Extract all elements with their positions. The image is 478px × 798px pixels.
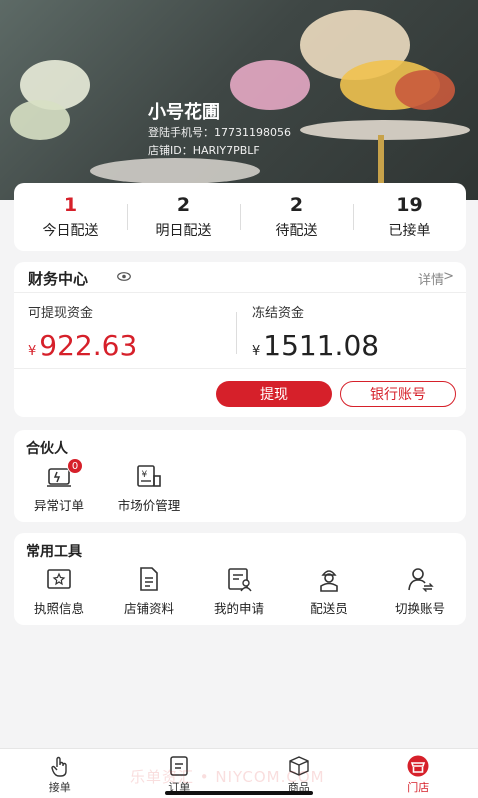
banner-flower-image: [230, 60, 310, 110]
delivery-stats-card: 1 今日配送 2 明日配送 2 待配送 19 已接单: [14, 183, 466, 251]
divider: [14, 292, 466, 293]
withdrawable-label: 可提现资金: [28, 306, 94, 321]
item-label: 市场价管理: [117, 498, 181, 513]
shop-name: 小号花圃: [148, 102, 220, 123]
license-icon: [45, 565, 73, 593]
item-label: 切换账号: [394, 601, 445, 616]
switch-account-button[interactable]: 切换账号: [388, 565, 452, 617]
courier-button[interactable]: 配送员: [298, 565, 360, 617]
banner-table-image: [90, 158, 260, 184]
finance-detail-link[interactable]: 详情: [418, 269, 444, 288]
switch-account-icon: [406, 565, 434, 593]
withdraw-button[interactable]: 提现: [216, 381, 332, 407]
shop-banner: 小号花圃 登陆手机号：17731198056 店铺ID：HARIY7PBLF: [0, 0, 478, 200]
banner-table-image: [300, 120, 470, 140]
frozen-amount: ¥1511.08: [252, 329, 379, 362]
tab-accept-order[interactable]: 接单: [0, 749, 120, 798]
my-application-button[interactable]: 我的申请: [208, 565, 270, 617]
shop-id: 店铺ID：HARIY7PBLF: [148, 144, 260, 157]
stat-today-delivery[interactable]: 1 今日配送: [14, 194, 127, 240]
currency-symbol: ¥: [28, 344, 37, 359]
license-info-button[interactable]: 执照信息: [28, 565, 90, 617]
application-icon: [225, 565, 253, 593]
tools-title: 常用工具: [26, 544, 82, 560]
notification-badge: 0: [67, 458, 83, 474]
withdrawable-value: 922.63: [39, 329, 138, 362]
stat-label: 今日配送: [42, 223, 99, 239]
frozen-value: 1511.08: [263, 329, 380, 362]
banner-flower-image: [10, 100, 70, 140]
item-label: 我的申请: [213, 601, 264, 616]
withdrawable-amount: ¥922.63: [28, 329, 137, 362]
abnormal-order-icon: 0: [45, 458, 83, 490]
frozen-funds: 冻结资金 ¥1511.08: [252, 302, 379, 362]
bank-account-button[interactable]: 银行账号: [340, 381, 456, 407]
abnormal-order-button[interactable]: 0 异常订单: [28, 458, 90, 514]
stat-label: 明日配送: [155, 223, 212, 239]
courier-icon: [315, 565, 343, 593]
stat-value: 1: [63, 194, 78, 216]
withdrawable-funds: 可提现资金 ¥922.63: [28, 302, 137, 362]
stat-value: 2: [289, 194, 304, 216]
stat-tomorrow-delivery[interactable]: 2 明日配送: [127, 194, 240, 240]
finance-title: 财务中心: [28, 270, 89, 288]
box-icon: [287, 755, 311, 777]
tab-label: 门店: [407, 781, 430, 794]
frozen-label: 冻结资金: [252, 306, 305, 321]
order-list-icon: [167, 755, 191, 777]
tab-store[interactable]: 门店: [359, 749, 478, 798]
stat-value: 2: [176, 194, 191, 216]
item-label: 异常订单: [33, 498, 84, 513]
stat-label: 已接单: [388, 223, 431, 239]
hand-pointer-icon: [48, 755, 72, 777]
finance-center-card: 财务中心 详情 > 可提现资金 ¥922.63 冻结资金 ¥1511.08 提现…: [14, 262, 466, 417]
item-label: 配送员: [310, 601, 348, 616]
stat-pending-delivery[interactable]: 2 待配送: [240, 194, 353, 240]
shop-profile-button[interactable]: 店铺资料: [118, 565, 180, 617]
banner-flower-image: [395, 70, 455, 110]
item-label: 店铺资料: [123, 601, 174, 616]
stat-accepted[interactable]: 19 已接单: [353, 194, 466, 240]
home-indicator[interactable]: [165, 791, 313, 795]
market-price-button[interactable]: ¥ 市场价管理: [110, 462, 188, 514]
stat-value: 19: [396, 194, 423, 216]
tab-label: 接单: [48, 781, 71, 794]
eye-icon[interactable]: [117, 272, 131, 281]
item-label: 执照信息: [33, 601, 84, 616]
divider: [14, 368, 466, 369]
divider: [236, 312, 237, 354]
currency-symbol: ¥: [252, 344, 261, 359]
shop-phone: 登陆手机号：17731198056: [148, 126, 291, 139]
partner-card: 合伙人 0 异常订单 ¥ 市场价管理: [14, 430, 466, 522]
common-tools-card: 常用工具 执照信息 店铺资料 我的申请 配送员 切换账号: [14, 533, 466, 625]
svg-text:¥: ¥: [142, 470, 148, 480]
partner-title: 合伙人: [26, 441, 68, 457]
stat-label: 待配送: [275, 223, 318, 239]
document-icon: [135, 565, 163, 593]
store-icon: [406, 755, 430, 777]
chevron-right-icon[interactable]: >: [443, 269, 454, 284]
market-price-icon: ¥: [135, 462, 163, 490]
